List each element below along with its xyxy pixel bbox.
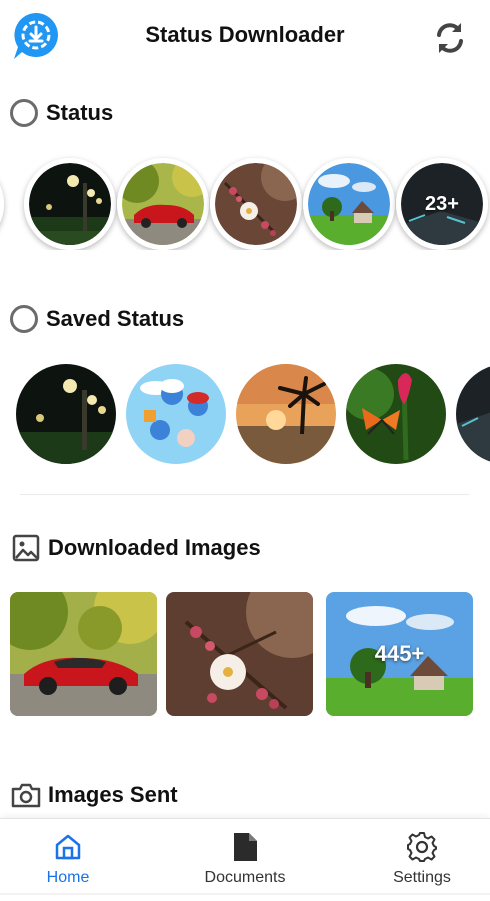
top-app-bar: Status Downloader bbox=[0, 0, 490, 72]
camera-icon bbox=[10, 779, 42, 811]
section-saved-label: Saved Status bbox=[46, 306, 185, 331]
section-saved-header[interactable]: Saved Status bbox=[10, 301, 184, 337]
page-title: Status Downloader bbox=[145, 22, 345, 47]
section-images-header[interactable]: Downloaded Images bbox=[10, 530, 261, 566]
nav-home-label: Home bbox=[46, 869, 90, 886]
nav-documents[interactable]: Documents bbox=[180, 819, 310, 901]
image-thumbnail-more[interactable]: 445+ bbox=[326, 592, 473, 716]
divider bbox=[20, 494, 470, 495]
status-thumbnail-red-car[interactable] bbox=[117, 158, 209, 250]
saved-thumbnail-butterfly[interactable] bbox=[346, 364, 446, 464]
circle-outline-icon bbox=[10, 305, 38, 333]
section-status-label: Status bbox=[46, 100, 114, 125]
nav-documents-label: Documents bbox=[204, 869, 286, 886]
section-sent-label: Images Sent bbox=[48, 782, 178, 807]
status-thumbnail[interactable] bbox=[0, 158, 4, 250]
image-thumbnail-blossom[interactable] bbox=[166, 592, 313, 716]
status-thumbnail-blossom[interactable] bbox=[210, 158, 302, 250]
images-more-count: 445+ bbox=[374, 641, 425, 666]
nav-settings[interactable]: Settings bbox=[357, 819, 487, 901]
status-more-count: 23+ bbox=[425, 192, 459, 215]
section-status-header[interactable]: Status bbox=[10, 95, 113, 131]
refresh-icon[interactable] bbox=[432, 20, 468, 56]
bottom-navigation: Home Documents Settings bbox=[0, 818, 490, 901]
saved-thumbnail-night-street[interactable] bbox=[16, 364, 116, 464]
saved-status-carousel[interactable] bbox=[0, 362, 490, 466]
status-thumbnail-night-street[interactable] bbox=[24, 158, 116, 250]
saved-thumbnail-smurfs[interactable] bbox=[126, 364, 226, 464]
gear-icon bbox=[406, 831, 438, 863]
nav-settings-label: Settings bbox=[393, 869, 451, 886]
document-icon bbox=[229, 831, 261, 863]
status-thumbnail-more[interactable]: 23+ bbox=[396, 158, 488, 250]
saved-thumbnail-sunset-palm[interactable] bbox=[236, 364, 336, 464]
image-thumbnail-red-car[interactable] bbox=[10, 592, 157, 716]
circle-outline-icon bbox=[10, 99, 38, 127]
home-icon bbox=[52, 831, 84, 863]
section-sent-header[interactable]: Images Sent bbox=[10, 777, 178, 813]
status-carousel[interactable]: 23+ bbox=[0, 150, 490, 250]
status-thumbnail-house-field[interactable] bbox=[303, 158, 395, 250]
downloaded-images-row: 445+ bbox=[0, 592, 490, 718]
saved-thumbnail-dark-tech[interactable] bbox=[456, 364, 490, 464]
divider bbox=[0, 893, 490, 895]
image-icon bbox=[10, 532, 42, 564]
nav-home[interactable]: Home bbox=[3, 819, 133, 901]
section-images-label: Downloaded Images bbox=[48, 535, 261, 560]
